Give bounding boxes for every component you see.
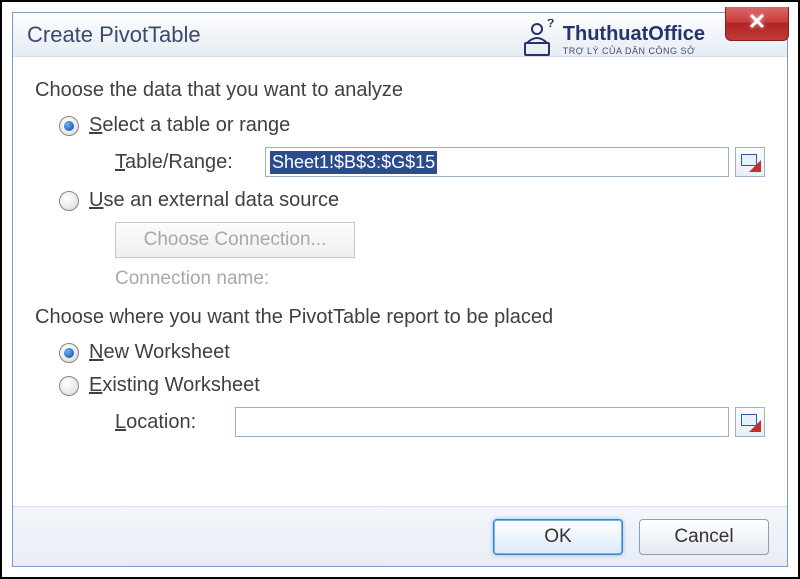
- close-icon: ✕: [748, 9, 766, 34]
- radio-icon: [59, 191, 79, 211]
- radio-label: New Worksheet: [89, 341, 230, 364]
- close-button[interactable]: ✕: [725, 7, 789, 41]
- collapse-dialog-button[interactable]: [735, 147, 765, 177]
- radio-icon: [59, 116, 79, 136]
- watermark-sub: TRỢ LÝ CỦA DÂN CÔNG SỞ: [563, 46, 705, 56]
- dialog-title: Create PivotTable: [27, 22, 201, 48]
- section2-heading: Choose where you want the PivotTable rep…: [35, 306, 765, 329]
- dialog-body: Choose the data that you want to analyze…: [13, 57, 787, 506]
- location-input[interactable]: [235, 407, 729, 437]
- table-range-label: Table/Range:: [115, 151, 265, 174]
- radio-existing-worksheet[interactable]: Existing Worksheet: [59, 374, 765, 397]
- radio-new-worksheet[interactable]: New Worksheet: [59, 341, 765, 364]
- choose-connection-button: Choose Connection...: [115, 222, 355, 258]
- radio-label: Existing Worksheet: [89, 374, 260, 397]
- create-pivottable-dialog: Create PivotTable ✕ ? ThuthuatOffice TRỢ…: [12, 12, 788, 567]
- location-label: Location:: [115, 411, 235, 434]
- location-field-row: Location:: [115, 407, 765, 437]
- range-selector-icon: [741, 154, 759, 170]
- dialog-button-bar: OK Cancel: [13, 506, 787, 566]
- watermark-text: ThuthuatOffice: [563, 23, 705, 45]
- radio-icon: [59, 343, 79, 363]
- cancel-button[interactable]: Cancel: [639, 519, 769, 555]
- radio-label: Select a table or range: [89, 114, 290, 137]
- svg-text:?: ?: [547, 19, 554, 30]
- range-selector-icon: [741, 414, 759, 430]
- section1-heading: Choose the data that you want to analyze: [35, 79, 765, 102]
- person-laptop-icon: ?: [517, 19, 557, 59]
- table-range-field-row: Table/Range: Sheet1!$B$3:$G$15: [115, 147, 765, 177]
- table-range-input[interactable]: Sheet1!$B$3:$G$15: [265, 147, 729, 177]
- collapse-dialog-button[interactable]: [735, 407, 765, 437]
- radio-label: Use an external data source: [89, 189, 339, 212]
- radio-icon: [59, 376, 79, 396]
- connection-name-label: Connection name:: [115, 268, 765, 290]
- dialog-titlebar: Create PivotTable ✕ ? ThuthuatOffice TRỢ…: [13, 13, 787, 57]
- radio-select-table-range[interactable]: Select a table or range: [59, 114, 765, 137]
- ok-button[interactable]: OK: [493, 519, 623, 555]
- radio-external-data-source[interactable]: Use an external data source: [59, 189, 765, 212]
- watermark-logo: ? ThuthuatOffice TRỢ LÝ CỦA DÂN CÔNG SỞ: [517, 19, 705, 59]
